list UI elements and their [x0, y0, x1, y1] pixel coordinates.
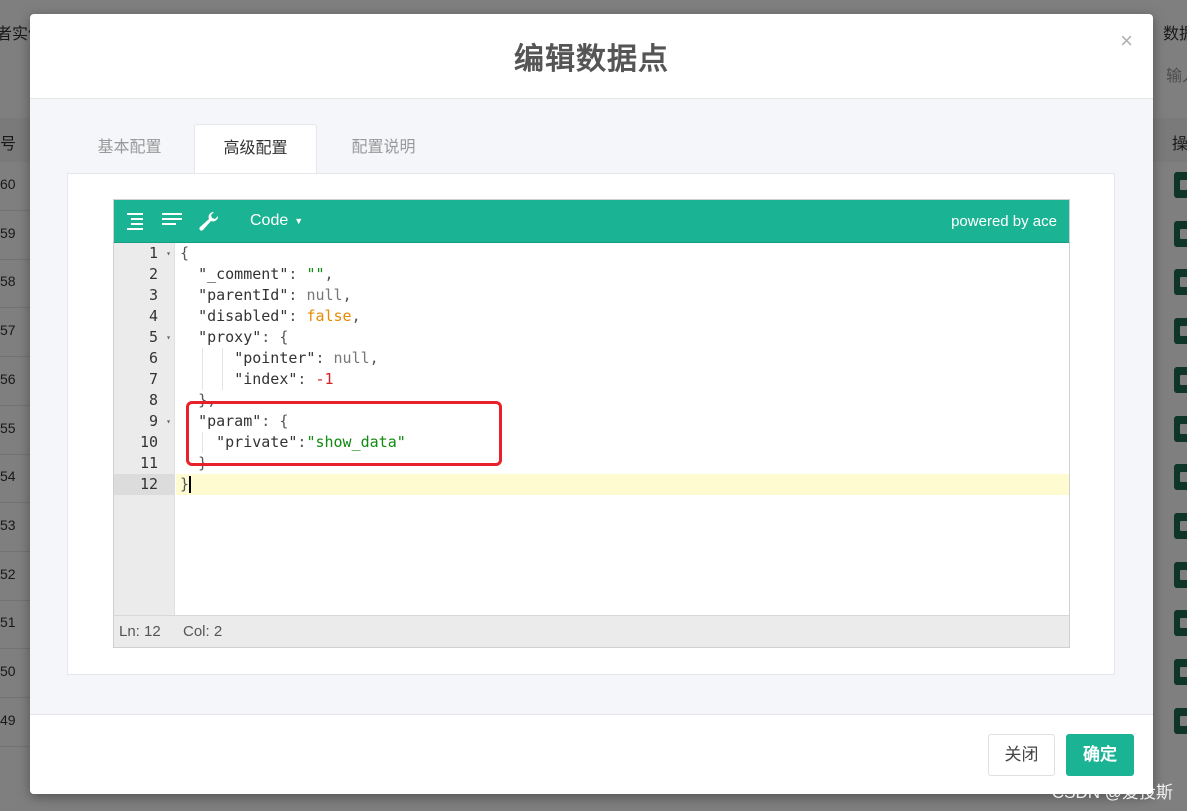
- code-line-5: "proxy": {: [198, 328, 289, 346]
- line-number: 4: [148, 307, 158, 325]
- mode-label: Code: [250, 212, 289, 229]
- line-number: 8: [148, 391, 158, 409]
- mode-dropdown[interactable]: Code ▼: [250, 212, 303, 230]
- line-number: 11: [139, 454, 158, 472]
- line-number-gutter: 1 ▾ 2 3 4 5 ▾ 6 7 8 9 ▾ 10 11 12: [114, 243, 175, 615]
- confirm-button[interactable]: 确定: [1066, 734, 1134, 776]
- compact-icon[interactable]: [161, 211, 183, 231]
- code-line-4: "disabled": false,: [198, 307, 361, 325]
- tab-config-help[interactable]: 配置说明: [321, 124, 446, 174]
- tab-basic-config[interactable]: 基本配置: [67, 124, 192, 174]
- highlight-annotation-box: [186, 401, 502, 466]
- edit-datapoint-dialog: 编辑数据点 × 基本配置 高级配置 配置说明 Code ▼ powered by…: [30, 14, 1153, 794]
- code-line-12: }: [176, 474, 1069, 495]
- tab-advanced-config[interactable]: 高级配置: [194, 124, 317, 175]
- close-button[interactable]: 关闭: [988, 734, 1055, 776]
- close-icon[interactable]: ×: [1120, 30, 1133, 52]
- chevron-down-icon: ▼: [294, 215, 304, 226]
- line-number: 7: [148, 370, 158, 388]
- editor-toolbar: Code ▼ powered by ace: [114, 200, 1069, 243]
- code-line-7: "index": -1: [234, 370, 334, 388]
- code-line-2: "_comment": "",: [198, 265, 334, 283]
- line-number: 5 ▾: [148, 327, 171, 348]
- format-icon[interactable]: [124, 211, 146, 231]
- line-number: 12: [114, 474, 175, 495]
- text-cursor: [189, 476, 191, 493]
- line-number: 1 ▾: [148, 243, 171, 264]
- code-line-6: "pointer": null,: [234, 349, 379, 367]
- line-number: 3: [148, 286, 158, 304]
- status-line: Ln: 12: [119, 623, 161, 640]
- watermark: CSDN @爱投斯: [1051, 783, 1173, 802]
- line-number: 2: [148, 265, 158, 283]
- dialog-header: 编辑数据点 ×: [30, 14, 1153, 99]
- powered-by-text: powered by ace: [951, 213, 1057, 230]
- fold-toggle-icon[interactable]: ▾: [166, 327, 171, 348]
- dialog-footer: 关闭 确定: [30, 714, 1153, 794]
- wrench-icon[interactable]: [198, 211, 220, 231]
- status-column: Col: 2: [183, 623, 223, 640]
- code-line-1: {: [180, 244, 190, 262]
- fold-toggle-icon[interactable]: ▾: [166, 411, 171, 432]
- line-number: 10: [139, 433, 158, 451]
- line-number: 9 ▾: [148, 411, 171, 432]
- fold-toggle-icon[interactable]: ▾: [166, 243, 171, 264]
- line-number: 6: [148, 349, 158, 367]
- code-line-3: "parentId": null,: [198, 286, 352, 304]
- editor-statusbar: Ln: 12 Col: 2: [114, 615, 1069, 647]
- dialog-title: 编辑数据点: [514, 43, 669, 76]
